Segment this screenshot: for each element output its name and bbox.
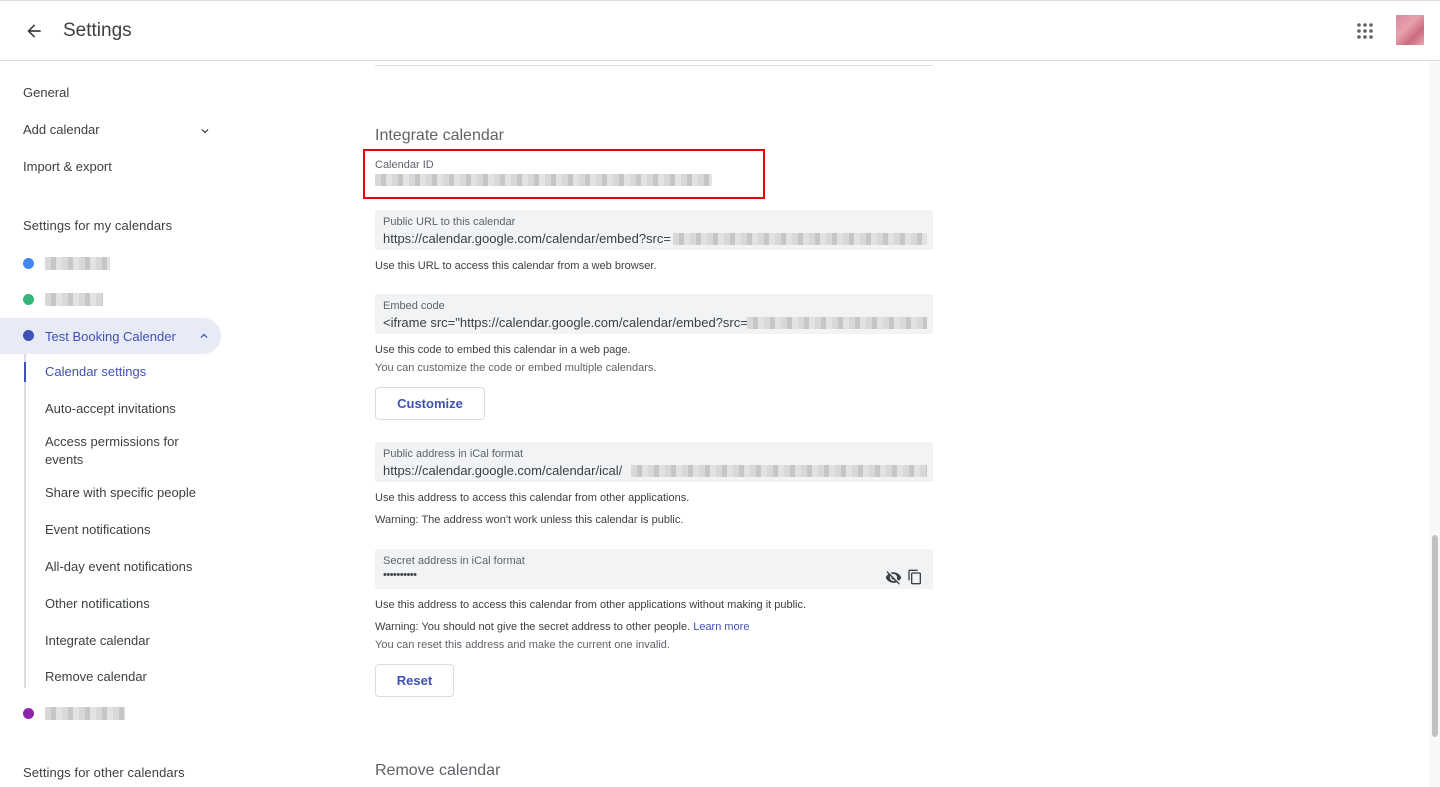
other-calendars-heading: Settings for other calendars (23, 765, 185, 780)
page-title: Settings (63, 20, 132, 41)
ical-public-field[interactable]: Public address in iCal format https://ca… (375, 442, 933, 482)
settings-sidebar: General Add calendar Import & export Set… (0, 62, 240, 787)
calendar-color-dot (23, 258, 34, 269)
apps-grid-icon (1357, 23, 1373, 39)
calendar-name-redacted[interactable] (45, 257, 110, 270)
public-url-value: https://calendar.google.com/calendar/emb… (383, 231, 671, 246)
calendar-color-dot (23, 708, 34, 719)
visibility-off-icon (885, 570, 901, 585)
sidebar-item-add-calendar[interactable]: Add calendar (23, 122, 100, 137)
arrow-back-icon (27, 24, 41, 38)
subnav-integrate-calendar[interactable]: Integrate calendar (45, 632, 215, 650)
embed-code-help-secondary: You can customize the code or embed mult… (375, 362, 657, 374)
subnav-rail (24, 354, 26, 688)
public-url-field[interactable]: Public URL to this calendar https://cale… (375, 210, 933, 250)
ical-public-help: Use this address to access this calendar… (375, 492, 690, 504)
settings-content: Integrate calendar Calendar ID Public UR… (240, 62, 1426, 787)
ical-secret-reset-help: You can reset this address and make the … (375, 639, 670, 651)
back-button[interactable] (18, 15, 50, 47)
integrate-calendar-title: Integrate calendar (375, 127, 504, 144)
ical-secret-warning: Warning: You should not give the secret … (375, 621, 749, 633)
avatar[interactable] (1396, 15, 1424, 45)
public-url-redacted (673, 233, 927, 245)
top-app-bar: Settings (0, 0, 1440, 61)
calendar-name-redacted[interactable] (45, 293, 103, 306)
subnav-event-notifications[interactable]: Event notifications (45, 521, 215, 539)
calendar-color-dot (23, 330, 34, 341)
divider (375, 65, 933, 66)
sidebar-calendar-test-booking[interactable]: Test Booking Calender (0, 318, 221, 354)
ical-secret-help: Use this address to access this calendar… (375, 599, 807, 611)
subnav-auto-accept[interactable]: Auto-accept invitations (45, 400, 215, 418)
copy-button[interactable] (906, 568, 924, 586)
ical-secret-value: •••••••••• (383, 569, 417, 581)
subnav-remove-calendar[interactable]: Remove calendar (45, 668, 215, 686)
toggle-visibility-button[interactable] (884, 568, 902, 586)
public-url-help: Use this URL to access this calendar fro… (375, 260, 657, 272)
subnav-calendar-settings[interactable]: Calendar settings (45, 363, 215, 381)
customize-button[interactable]: Customize (375, 387, 485, 420)
remove-calendar-title: Remove calendar (375, 762, 501, 779)
calendar-id-label: Calendar ID (375, 159, 434, 171)
public-url-label: Public URL to this calendar (383, 216, 516, 228)
ical-public-redacted (631, 465, 927, 477)
subnav-other-notifications[interactable]: Other notifications (45, 595, 215, 613)
my-calendars-heading: Settings for my calendars (23, 218, 173, 233)
subnav-share-people[interactable]: Share with specific people (45, 484, 215, 502)
ical-public-warning: Warning: The address won't work unless t… (375, 514, 684, 526)
ical-secret-field[interactable]: Secret address in iCal format •••••••••• (375, 549, 933, 589)
embed-code-redacted (747, 317, 927, 329)
embed-code-label: Embed code (383, 300, 445, 312)
calendar-name-redacted[interactable] (45, 707, 125, 720)
calendar-id-value-redacted[interactable] (375, 174, 712, 186)
chevron-up-icon[interactable] (197, 329, 211, 343)
calendar-color-dot (23, 294, 34, 305)
subnav-access-permissions[interactable]: Access permissions for events (45, 433, 195, 469)
subnav-all-day-notifications[interactable]: All-day event notifications (45, 558, 215, 576)
copy-icon (908, 569, 921, 585)
embed-code-help: Use this code to embed this calendar in … (375, 344, 631, 356)
embed-code-value: <iframe src="https://calendar.google.com… (383, 315, 748, 330)
ical-secret-label: Secret address in iCal format (383, 555, 525, 567)
scrollbar-thumb[interactable] (1432, 535, 1438, 737)
scrollbar[interactable] (1429, 62, 1440, 787)
sidebar-item-import-export[interactable]: Import & export (23, 159, 112, 174)
reset-button[interactable]: Reset (375, 664, 454, 697)
embed-code-field[interactable]: Embed code <iframe src="https://calendar… (375, 294, 933, 334)
ical-public-value: https://calendar.google.com/calendar/ica… (383, 463, 623, 478)
ical-public-label: Public address in iCal format (383, 448, 524, 460)
apps-button[interactable] (1352, 18, 1378, 44)
sidebar-item-general[interactable]: General (23, 85, 69, 100)
chevron-down-icon[interactable] (198, 124, 212, 138)
calendar-name: Test Booking Calender (45, 329, 176, 344)
subnav-active-indicator (24, 362, 26, 382)
ical-secret-warning-text: Warning: You should not give the secret … (375, 621, 691, 633)
learn-more-link[interactable]: Learn more (693, 621, 749, 633)
